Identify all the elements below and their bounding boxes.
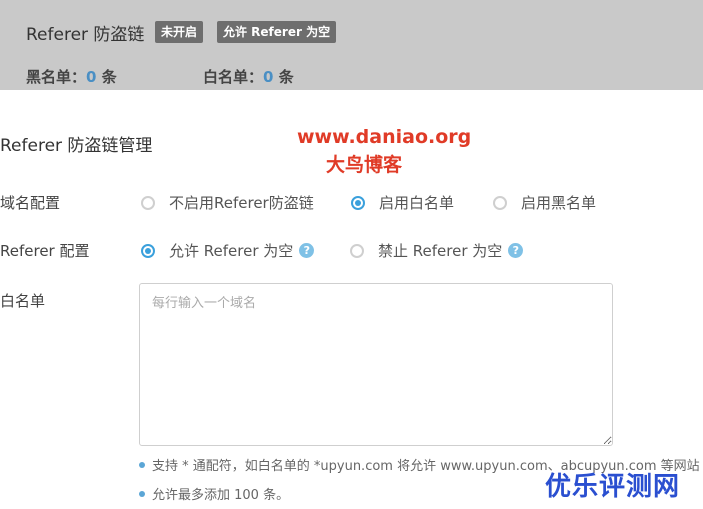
- radio-enable-whitelist[interactable]: 启用白名单: [351, 192, 454, 213]
- radio-deny-empty-referer[interactable]: 禁止 Referer 为空 ?: [350, 240, 524, 261]
- hint-text: 允许最多添加 100 条。: [152, 488, 290, 503]
- radio-label: 启用黑名单: [521, 194, 597, 212]
- radio-circle-icon[interactable]: [351, 195, 365, 210]
- whitelist-number: 0: [263, 68, 274, 86]
- radio-circle-icon[interactable]: [141, 195, 155, 210]
- watermark-url: www.daniao.org: [297, 126, 472, 148]
- radio-label: 启用白名单: [379, 194, 455, 212]
- referer-config-label: Referer 配置: [0, 242, 90, 260]
- whitelist-label: 白名单: [0, 292, 46, 310]
- whitelist-count: 白名单：0 条: [203, 66, 294, 87]
- radio-allow-empty-referer[interactable]: 允许 Referer 为空 ?: [141, 240, 315, 261]
- hint-limit: 允许最多添加 100 条。: [139, 484, 289, 503]
- bullet-icon: [139, 461, 145, 468]
- whitelist-label: 白名单：: [203, 68, 264, 86]
- radio-circle-icon[interactable]: [141, 243, 155, 258]
- radio-disable-referer[interactable]: 不启用Referer防盗链: [141, 192, 314, 213]
- status-badge: 未开启: [155, 21, 204, 43]
- radio-enable-blacklist[interactable]: 启用黑名单: [493, 192, 596, 213]
- mode-badge: 允许 Referer 为空: [217, 21, 337, 43]
- page-title: Referer 防盗链: [26, 25, 145, 45]
- radio-label: 允许 Referer 为空: [169, 242, 294, 260]
- radio-label: 不启用Referer防盗链: [169, 194, 314, 212]
- question-icon[interactable]: ?: [508, 243, 524, 258]
- watermark-corner: 优乐评测网: [545, 472, 681, 502]
- radio-label: 禁止 Referer 为空: [378, 242, 503, 260]
- blacklist-number: 0: [86, 68, 97, 86]
- domain-config-label: 域名配置: [0, 194, 61, 212]
- whitelist-unit: 条: [278, 68, 294, 86]
- question-icon[interactable]: ?: [299, 243, 315, 258]
- section-title: Referer 防盗链管理: [0, 136, 153, 156]
- bullet-icon: [139, 490, 145, 497]
- blacklist-count: 黑名单：0 条: [26, 66, 117, 87]
- blacklist-unit: 条: [101, 68, 117, 86]
- whitelist-textarea[interactable]: [139, 283, 613, 446]
- header-bar: Referer 防盗链 未开启 允许 Referer 为空 黑名单：0 条 白名…: [0, 0, 703, 90]
- radio-circle-icon[interactable]: [350, 243, 364, 258]
- radio-circle-icon[interactable]: [493, 195, 507, 210]
- watermark-name: 大鸟博客: [326, 154, 403, 176]
- blacklist-label: 黑名单：: [26, 68, 87, 86]
